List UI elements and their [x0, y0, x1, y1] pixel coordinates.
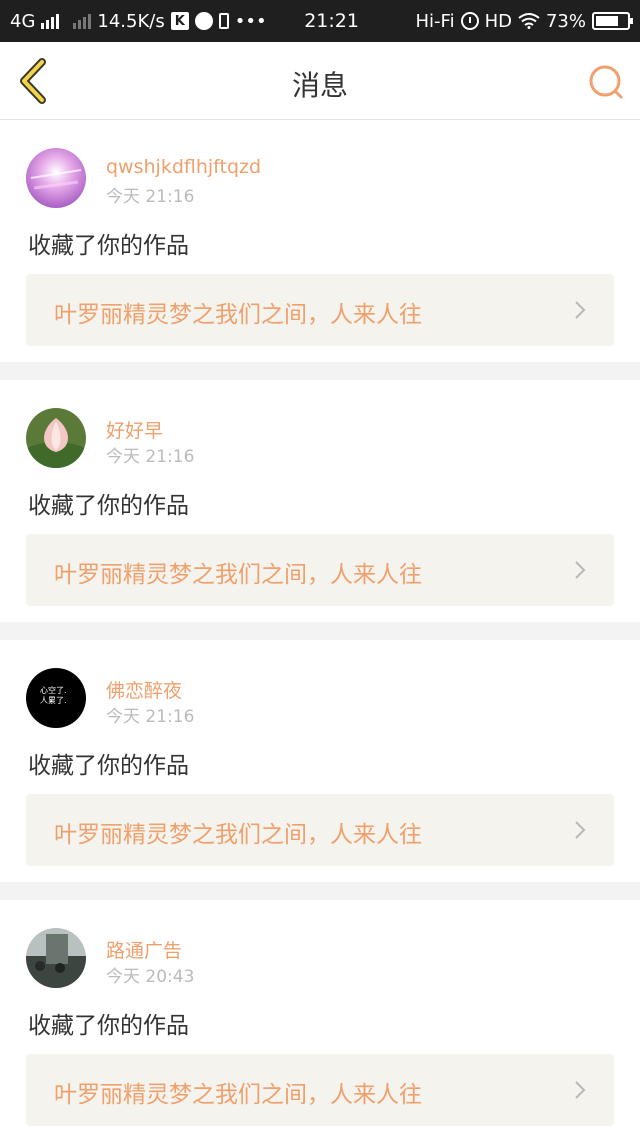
wifi-label: Hi-Fi: [415, 10, 455, 32]
planet-app-icon: [194, 12, 213, 30]
avatar-text-line: 人累了.: [40, 696, 67, 705]
timestamp: 今天 20:43: [106, 967, 195, 987]
wifi-icon: [518, 13, 540, 29]
username[interactable]: 路通广告: [106, 936, 182, 963]
chevron-right-icon: [575, 561, 586, 579]
network-type: 4G: [10, 10, 36, 32]
action-text: 收藏了你的作品: [28, 233, 189, 259]
list-item: qwshjkdflhjftqzd 今天 21:16 收藏了你的作品 叶罗丽精灵梦…: [0, 120, 640, 362]
action-text: 收藏了你的作品: [28, 1013, 189, 1039]
work-title: 叶罗丽精灵梦之我们之间，人来人往: [54, 1082, 422, 1108]
action-text: 收藏了你的作品: [28, 493, 189, 519]
work-link[interactable]: 叶罗丽精灵梦之我们之间，人来人往: [26, 534, 614, 606]
work-title: 叶罗丽精灵梦之我们之间，人来人往: [54, 822, 422, 848]
signal-icon: [41, 13, 60, 29]
list-item: 心空了. 人累了. 佛恋醉夜 今天 21:16 收藏了你的作品 叶罗丽精灵梦之我…: [0, 640, 640, 882]
search-icon[interactable]: [586, 62, 626, 102]
chevron-right-icon: [575, 1081, 586, 1099]
status-right: Hi-Fi HD 73%: [387, 11, 640, 32]
nav-bar: 消息: [0, 42, 640, 120]
clock: 21:21: [304, 10, 359, 32]
work-title: 叶罗丽精灵梦之我们之间，人来人往: [54, 302, 422, 328]
list-item: 好好早 今天 21:16 收藏了你的作品 叶罗丽精灵梦之我们之间，人来人往: [0, 380, 640, 622]
avatar-text-line: 心空了.: [40, 686, 67, 695]
work-link[interactable]: 叶罗丽精灵梦之我们之间，人来人往: [26, 1054, 614, 1126]
username[interactable]: qwshjkdflhjftqzd: [106, 156, 261, 178]
work-link[interactable]: 叶罗丽精灵梦之我们之间，人来人往: [26, 274, 614, 346]
avatar[interactable]: 心空了. 人累了.: [26, 668, 86, 728]
timestamp: 今天 21:16: [106, 447, 195, 467]
signal-2-icon: [73, 13, 92, 29]
timestamp: 今天 21:16: [106, 707, 195, 727]
alarm-icon: [460, 12, 479, 30]
net-speed: 14.5K/s: [97, 10, 165, 32]
timestamp: 今天 21:16: [106, 187, 195, 207]
battery-percent: 73%: [545, 10, 586, 32]
page-title: 消息: [291, 69, 348, 102]
username[interactable]: 好好早: [106, 416, 163, 443]
chevron-right-icon: [575, 821, 586, 839]
more-icon: •••: [234, 10, 267, 32]
avatar[interactable]: [26, 408, 86, 468]
work-title: 叶罗丽精灵梦之我们之间，人来人往: [54, 562, 422, 588]
phone-icon: [218, 13, 229, 29]
k-app-icon: K: [170, 12, 189, 30]
hd-label: HD: [484, 10, 512, 32]
username[interactable]: 佛恋醉夜: [106, 676, 182, 703]
action-text: 收藏了你的作品: [28, 753, 189, 779]
status-bar: 4G 14.5K/s K ••• 21:21 Hi-Fi HD 73%: [0, 0, 640, 42]
battery-icon: [592, 12, 633, 30]
avatar[interactable]: [26, 148, 86, 208]
work-link[interactable]: 叶罗丽精灵梦之我们之间，人来人往: [26, 794, 614, 866]
chevron-right-icon: [575, 301, 586, 319]
avatar[interactable]: [26, 928, 86, 988]
list-item: 路通广告 今天 20:43 收藏了你的作品 叶罗丽精灵梦之我们之间，人来人往: [0, 900, 640, 1142]
status-left: 4G 14.5K/s K •••: [0, 11, 277, 32]
